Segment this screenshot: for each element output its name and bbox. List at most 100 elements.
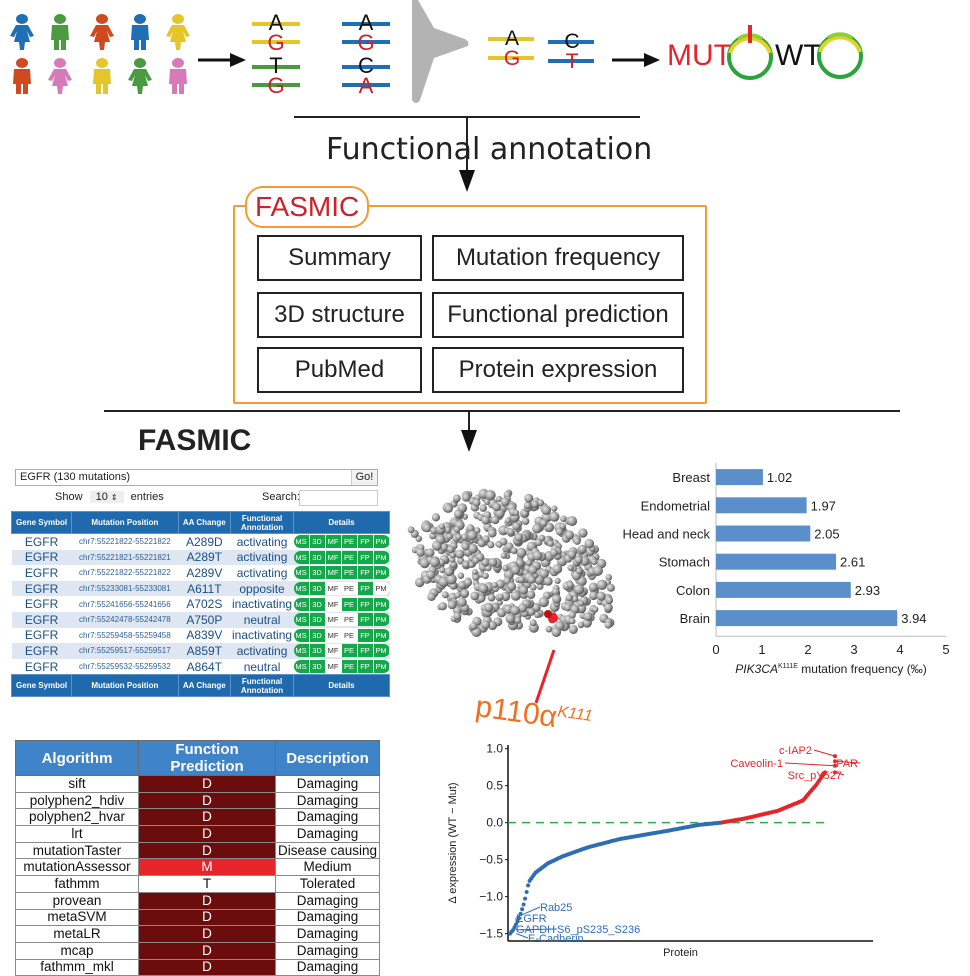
detail-link-pm[interactable]: PM	[374, 551, 390, 564]
detail-link-ms[interactable]: MS	[294, 644, 310, 657]
detail-link-pm[interactable]: PM	[374, 598, 390, 611]
detail-link-pe[interactable]: PE	[342, 660, 358, 673]
detail-link-fp[interactable]: FP	[358, 629, 374, 642]
gene-symbol-cell[interactable]: EGFR	[12, 581, 72, 597]
col-mutation-position[interactable]: Mutation Position	[72, 675, 178, 697]
gene-symbol-cell[interactable]: EGFR	[12, 565, 72, 581]
col-functional-annotation[interactable]: Functional Annotation	[231, 675, 294, 697]
module-functional-prediction[interactable]: Functional prediction	[432, 292, 684, 338]
detail-link-mf[interactable]: MF	[326, 660, 342, 673]
detail-link-ms[interactable]: MS	[294, 629, 310, 642]
detail-link-pm[interactable]: PM	[374, 644, 390, 657]
gene-symbol-cell[interactable]: EGFR	[12, 659, 72, 675]
detail-link-3d[interactable]: 3D	[310, 535, 326, 548]
table-row[interactable]: EGFRchr7:55259532-55259532A864TneutralMS…	[12, 659, 390, 675]
col-aa-change[interactable]: AA Change	[178, 675, 231, 697]
detail-link-ms[interactable]: MS	[294, 551, 310, 564]
gene-symbol-cell[interactable]: EGFR	[12, 550, 72, 566]
category-label: Stomach	[659, 555, 710, 570]
detail-link-pm[interactable]: PM	[374, 660, 390, 673]
detail-link-3d[interactable]: 3D	[310, 629, 326, 642]
detail-link-pe[interactable]: PE	[342, 598, 358, 611]
detail-link-3d[interactable]: 3D	[310, 613, 326, 626]
detail-link-mf[interactable]: MF	[326, 566, 342, 579]
detail-link-3d[interactable]: 3D	[310, 644, 326, 657]
mut-label: MUT	[667, 39, 732, 73]
table-row[interactable]: EGFRchr7:55259458-55259458A839Vinactivat…	[12, 628, 390, 644]
detail-link-pm[interactable]: PM	[374, 613, 390, 626]
detail-link-mf[interactable]: MF	[326, 582, 342, 595]
detail-link-pe[interactable]: PE	[342, 582, 358, 595]
entries-select[interactable]: 10 ⇕	[90, 491, 124, 503]
table-row[interactable]: EGFRchr7:55259517-55259517A859Tactivatin…	[12, 643, 390, 659]
gene-query-input[interactable]: EGFR (130 mutations)	[16, 470, 351, 485]
detail-link-pe[interactable]: PE	[342, 566, 358, 579]
gene-symbol-cell[interactable]: EGFR	[12, 612, 72, 628]
detail-link-ms[interactable]: MS	[294, 582, 310, 595]
col-functional-annotation[interactable]: Functional Annotation	[231, 512, 294, 534]
detail-link-pm[interactable]: PM	[374, 535, 390, 548]
aa-change-cell: A289V	[178, 565, 231, 581]
detail-link-fp[interactable]: FP	[358, 582, 374, 595]
detail-link-3d[interactable]: 3D	[310, 660, 326, 673]
detail-link-ms[interactable]: MS	[294, 598, 310, 611]
detail-link-mf[interactable]: MF	[326, 535, 342, 548]
table-row[interactable]: EGFRchr7:55233081-55233081A611ToppositeM…	[12, 581, 390, 597]
table-row[interactable]: EGFRchr7:55221822-55221822A289Dactivatin…	[12, 534, 390, 550]
table-row[interactable]: EGFRchr7:55241656-55241656A702Sinactivat…	[12, 596, 390, 612]
detail-link-mf[interactable]: MF	[326, 598, 342, 611]
detail-link-ms[interactable]: MS	[294, 535, 310, 548]
module-protein-expression[interactable]: Protein expression	[432, 347, 684, 393]
detail-link-mf[interactable]: MF	[326, 629, 342, 642]
module-3d-structure[interactable]: 3D structure	[257, 292, 422, 338]
detail-link-fp[interactable]: FP	[358, 644, 374, 657]
table-search-input[interactable]	[299, 490, 378, 506]
detail-link-pe[interactable]: PE	[342, 613, 358, 626]
category-label: Colon	[676, 583, 710, 598]
detail-link-3d[interactable]: 3D	[310, 598, 326, 611]
detail-link-pm[interactable]: PM	[374, 629, 390, 642]
table-row[interactable]: EGFRchr7:55221821-55221821A289Tactivatin…	[12, 550, 390, 566]
detail-link-pe[interactable]: PE	[342, 629, 358, 642]
detail-link-mf[interactable]: MF	[326, 551, 342, 564]
module-mutation-frequency[interactable]: Mutation frequency	[432, 235, 684, 281]
detail-link-mf[interactable]: MF	[326, 644, 342, 657]
detail-link-pm[interactable]: PM	[374, 566, 390, 579]
detail-link-3d[interactable]: 3D	[310, 566, 326, 579]
detail-link-fp[interactable]: FP	[358, 566, 374, 579]
detail-link-pe[interactable]: PE	[342, 535, 358, 548]
gene-symbol-cell[interactable]: EGFR	[12, 628, 72, 644]
col-gene-symbol[interactable]: Gene Symbol	[12, 675, 72, 697]
table-footer: Gene Symbol Mutation Position AA Change …	[12, 675, 390, 697]
detail-link-ms[interactable]: MS	[294, 566, 310, 579]
detail-link-3d[interactable]: 3D	[310, 582, 326, 595]
detail-link-pe[interactable]: PE	[342, 551, 358, 564]
col-gene-symbol[interactable]: Gene Symbol	[12, 512, 72, 534]
detail-link-fp[interactable]: FP	[358, 535, 374, 548]
gene-symbol-cell[interactable]: EGFR	[12, 643, 72, 659]
table-row[interactable]: EGFRchr7:55242478-55242478A750PneutralMS…	[12, 612, 390, 628]
module-pubmed[interactable]: PubMed	[257, 347, 422, 393]
detail-link-3d[interactable]: 3D	[310, 551, 326, 564]
alternate-base: A	[359, 73, 374, 98]
module-summary[interactable]: Summary	[257, 235, 422, 281]
gene-symbol-cell[interactable]: EGFR	[12, 596, 72, 612]
detail-link-pe[interactable]: PE	[342, 644, 358, 657]
detail-link-mf[interactable]: MF	[326, 613, 342, 626]
detail-link-fp[interactable]: FP	[358, 598, 374, 611]
gene-symbol-cell[interactable]: EGFR	[12, 534, 72, 550]
detail-link-pm[interactable]: PM	[374, 582, 390, 595]
description-cell: Damaging	[276, 776, 380, 793]
go-button[interactable]: Go!	[351, 470, 377, 485]
detail-link-ms[interactable]: MS	[294, 613, 310, 626]
detail-link-ms[interactable]: MS	[294, 660, 310, 673]
col-mutation-position[interactable]: Mutation Position	[72, 512, 178, 534]
detail-link-fp[interactable]: FP	[358, 613, 374, 626]
y-tick-label: −1.5	[479, 927, 503, 941]
col-aa-change[interactable]: AA Change	[178, 512, 231, 534]
y-tick-label: −0.5	[479, 853, 503, 867]
detail-link-fp[interactable]: FP	[358, 551, 374, 564]
detail-link-fp[interactable]: FP	[358, 660, 374, 673]
table-row[interactable]: EGFRchr7:55221822-55221822A289Vactivatin…	[12, 565, 390, 581]
fasmic-tag: FASMIC	[245, 186, 369, 228]
